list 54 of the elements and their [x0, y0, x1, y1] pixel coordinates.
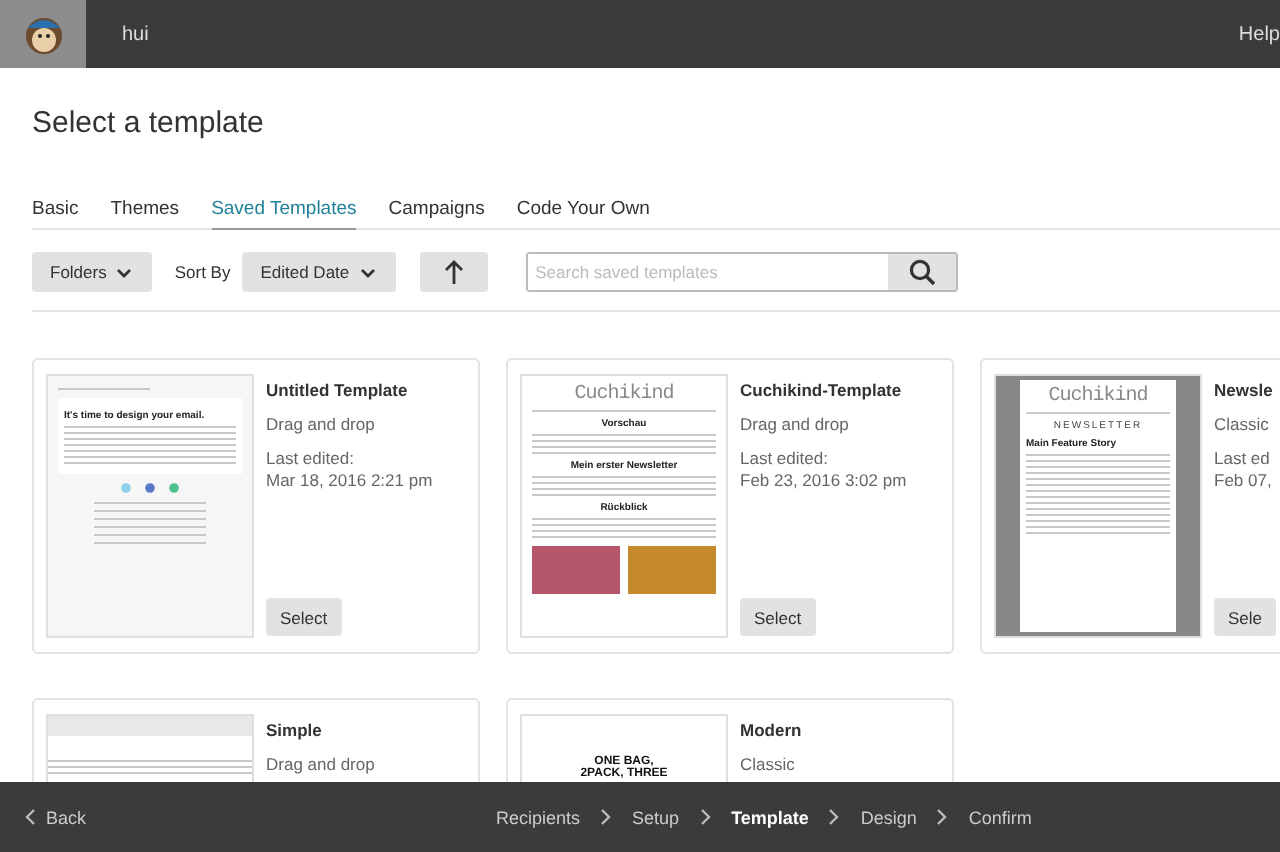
page-title: Select a template [32, 106, 266, 140]
photo-placeholder [628, 546, 716, 594]
search-icon [907, 258, 936, 286]
chevron-down-icon [357, 263, 378, 281]
folders-dropdown[interactable]: Folders [32, 252, 153, 292]
logo-tile[interactable] [0, 0, 86, 68]
template-name: Newsle [1214, 380, 1273, 400]
template-name: Simple [266, 720, 322, 740]
chevron-left-icon [24, 808, 36, 826]
select-button[interactable]: Sele [1214, 598, 1277, 636]
edited-date: Feb 23, 2016 3:02 pm [740, 470, 907, 490]
template-type: Drag and drop [266, 754, 375, 774]
template-name: Cuchikind-Template [740, 380, 902, 400]
template-name: Untitled Template [266, 380, 408, 400]
account-name[interactable]: hui [122, 23, 149, 45]
select-button[interactable]: Select [266, 598, 342, 636]
edited-label: Last edited: [266, 448, 354, 468]
step-link[interactable]: Recipients [496, 807, 581, 827]
back-button[interactable]: Back [24, 807, 87, 827]
sort-label: Sort By [174, 262, 231, 282]
sort-dropdown[interactable]: Edited Date [242, 252, 396, 292]
monkey-logo-icon [21, 12, 65, 56]
edited-date: Mar 18, 2016 2:21 pm [266, 470, 433, 490]
help-link[interactable]: Help [1238, 23, 1280, 45]
search-button[interactable] [887, 254, 956, 290]
chevron-right-icon [600, 808, 613, 826]
tab[interactable]: Code Your Own [516, 192, 650, 228]
tab[interactable]: Basic [32, 192, 79, 228]
chevron-right-icon [828, 808, 841, 826]
step-link[interactable]: Template [731, 807, 809, 827]
edited-label: Last edited: [740, 448, 828, 468]
chevron-right-icon [936, 808, 949, 826]
template-type: Classic [740, 754, 795, 774]
search-field[interactable]: Search saved templates [525, 252, 958, 292]
arrow-up-icon [441, 258, 466, 286]
step-link[interactable]: Setup [632, 807, 680, 827]
template-type: Drag and drop [266, 414, 375, 434]
chevron-right-icon [699, 808, 712, 826]
chevron-down-icon [114, 263, 135, 281]
step-link[interactable]: Confirm [968, 807, 1032, 827]
template-type: Drag and drop [740, 414, 849, 434]
template-type: Classic [1214, 414, 1269, 434]
tab[interactable]: Themes [110, 192, 180, 228]
template-name: Modern [740, 720, 802, 740]
photo-placeholder [532, 546, 620, 594]
step-link[interactable]: Design [860, 807, 917, 827]
preview-logo: Cuchikind [1026, 386, 1170, 414]
tab[interactable]: Saved Templates [211, 192, 357, 230]
preview-logo: Cuchikind [532, 384, 716, 412]
edited-label: Last ed [1214, 448, 1270, 468]
edited-date: Feb 07, [1214, 470, 1272, 490]
tab[interactable]: Campaigns [388, 192, 485, 228]
sort-direction-button[interactable] [419, 252, 488, 292]
select-button[interactable]: Select [740, 598, 816, 636]
